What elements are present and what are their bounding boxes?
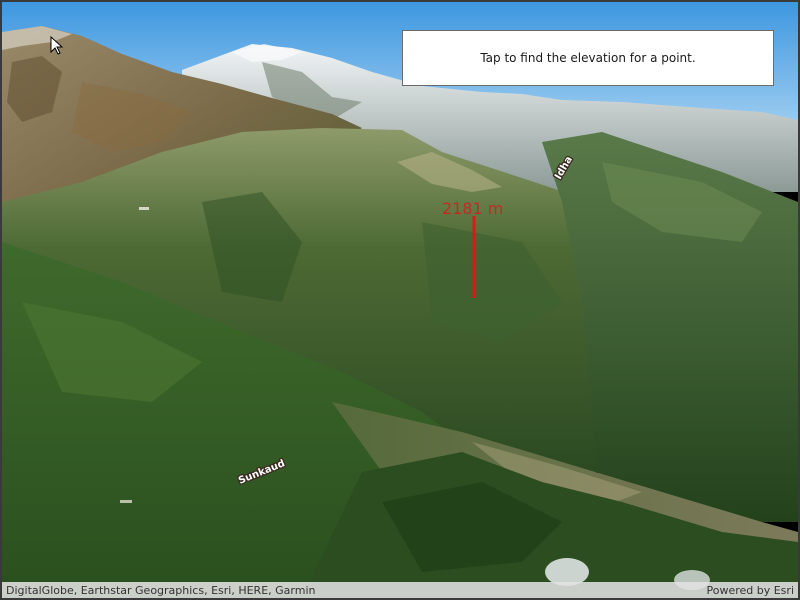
attribution-bar: DigitalGlobe, Earthstar Geographics, Esr…	[2, 582, 798, 598]
mouse-pointer-icon	[50, 35, 64, 60]
powered-by-label[interactable]: Powered by Esri	[706, 584, 794, 597]
scene-view-3d[interactable]: 2181 m Sunkaud Idha	[2, 2, 798, 598]
attribution-sources: DigitalGlobe, Earthstar Geographics, Esr…	[6, 583, 316, 597]
instruction-text: Tap to find the elevation for a point.	[480, 51, 696, 65]
terrain-mark	[139, 207, 149, 210]
elevation-label: 2181 m	[442, 199, 503, 218]
instruction-panel: Tap to find the elevation for a point.	[402, 30, 774, 86]
terrain-mark	[120, 500, 132, 503]
app-window: 2181 m Sunkaud Idha Tap to find the elev…	[0, 0, 800, 600]
